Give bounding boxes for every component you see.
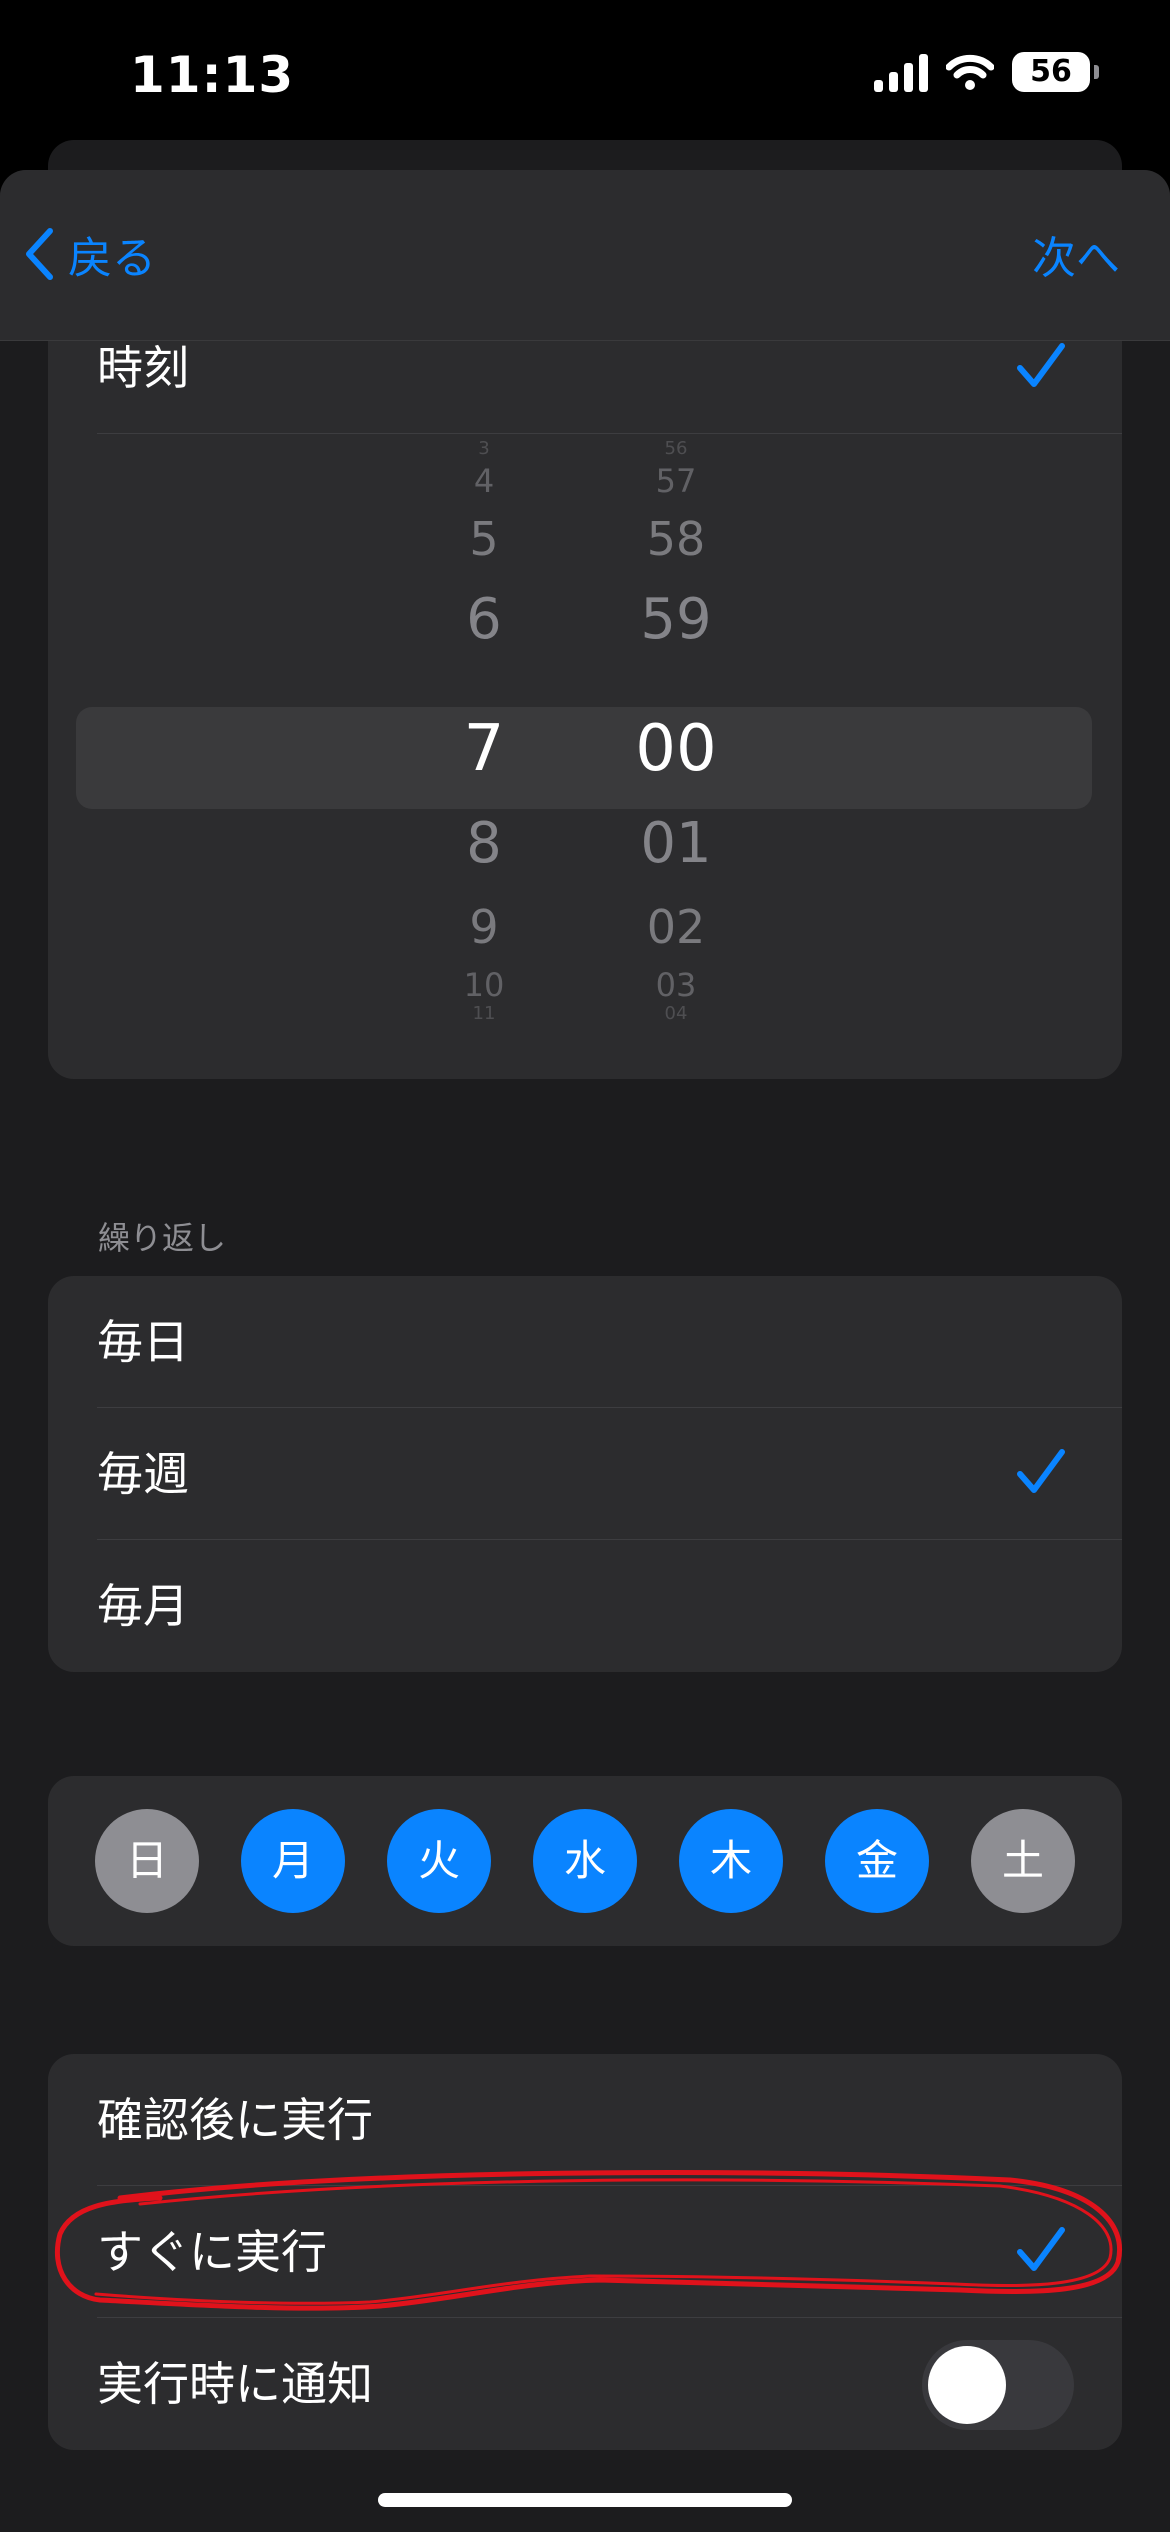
time-picker[interactable]: 3 4 5 6 7 8 9 10 11 56 57 58 59 00 01 02 03 04	[48, 434, 1122, 1023]
hour-option[interactable]: 5	[404, 516, 564, 562]
weekday-friday[interactable]: 金	[825, 1809, 929, 1913]
chevron-left-icon	[26, 228, 53, 280]
minute-option[interactable]: 59	[596, 592, 756, 648]
hour-option[interactable]: 6	[404, 592, 564, 648]
status-icons: 56	[874, 52, 1099, 92]
run-mode-card: 確認後に実行 すぐに実行 実行時に通知	[48, 2054, 1122, 2450]
hour-option[interactable]: 11	[404, 1005, 564, 1023]
repeat-option-label: 毎日	[97, 1315, 189, 1369]
repeat-option-monthly[interactable]: 毎月	[48, 1540, 1122, 1672]
repeat-card: 毎日 毎週 毎月	[48, 1276, 1122, 1672]
checkmark-icon	[1017, 2227, 1065, 2271]
run-option-after-confirm[interactable]: 確認後に実行	[48, 2054, 1122, 2186]
navigation-bar: 戻る 次へ	[0, 170, 1170, 341]
hour-option[interactable]: 10	[404, 969, 564, 1001]
minute-option[interactable]: 02	[596, 904, 756, 950]
minute-wheel[interactable]: 56 57 58 59 00 01 02 03 04	[596, 434, 756, 1023]
minute-selected[interactable]: 00	[596, 717, 756, 781]
battery-icon: 56	[1012, 52, 1099, 92]
minute-option[interactable]: 03	[596, 969, 756, 1001]
weekday-selector: 日 月 火 水 木 金 土	[48, 1776, 1122, 1946]
notify-on-run-label: 実行時に通知	[97, 2357, 373, 2411]
repeat-option-label: 毎月	[97, 1579, 189, 1633]
checkmark-icon	[1017, 343, 1065, 387]
weekday-sunday[interactable]: 日	[95, 1809, 199, 1913]
minute-option[interactable]: 57	[596, 465, 756, 497]
repeat-option-label: 毎週	[97, 1447, 189, 1501]
minute-option[interactable]: 58	[596, 516, 756, 562]
hour-selected[interactable]: 7	[404, 717, 564, 781]
hour-wheel[interactable]: 3 4 5 6 7 8 9 10 11	[404, 434, 564, 1023]
minute-option[interactable]: 04	[596, 1005, 756, 1023]
minute-option[interactable]: 56	[596, 440, 756, 458]
checkmark-icon	[1017, 1449, 1065, 1493]
back-button-label: 戻る	[68, 233, 156, 284]
cellular-signal-icon	[874, 52, 928, 92]
run-option-immediately[interactable]: すぐに実行	[48, 2186, 1122, 2318]
wifi-icon	[946, 54, 994, 90]
hour-option[interactable]: 3	[404, 440, 564, 458]
weekday-thursday[interactable]: 木	[679, 1809, 783, 1913]
repeat-option-daily[interactable]: 毎日	[48, 1276, 1122, 1408]
minute-option[interactable]: 01	[596, 816, 756, 872]
weekday-monday[interactable]: 月	[241, 1809, 345, 1913]
status-bar: 11:13 56	[0, 0, 1170, 150]
repeat-option-weekly[interactable]: 毎週	[48, 1408, 1122, 1540]
weekday-wednesday[interactable]: 水	[533, 1809, 637, 1913]
status-time: 11:13	[130, 46, 295, 104]
automation-sheet: 戻る 次へ 時刻 3 4 5 6 7 8 9 10 11 56 57 58 59 00 01 02 03 04 …	[0, 170, 1170, 2532]
next-button[interactable]: 次へ	[1032, 222, 1120, 286]
hour-option[interactable]: 8	[404, 816, 564, 872]
notify-on-run-row: 実行時に通知	[48, 2318, 1122, 2450]
weekday-tuesday[interactable]: 火	[387, 1809, 491, 1913]
notify-on-run-toggle[interactable]	[922, 2340, 1074, 2430]
toggle-knob	[928, 2346, 1006, 2424]
hour-option[interactable]: 9	[404, 904, 564, 950]
picker-selection-highlight	[76, 707, 1092, 809]
hour-option[interactable]: 4	[404, 465, 564, 497]
back-button[interactable]: 戻る	[24, 222, 156, 286]
weekday-saturday[interactable]: 土	[971, 1809, 1075, 1913]
run-option-label: 確認後に実行	[97, 2093, 373, 2147]
repeat-section-header: 繰り返し	[98, 1219, 227, 1257]
run-option-label: すぐに実行	[97, 2225, 327, 2279]
home-indicator	[378, 2493, 792, 2507]
